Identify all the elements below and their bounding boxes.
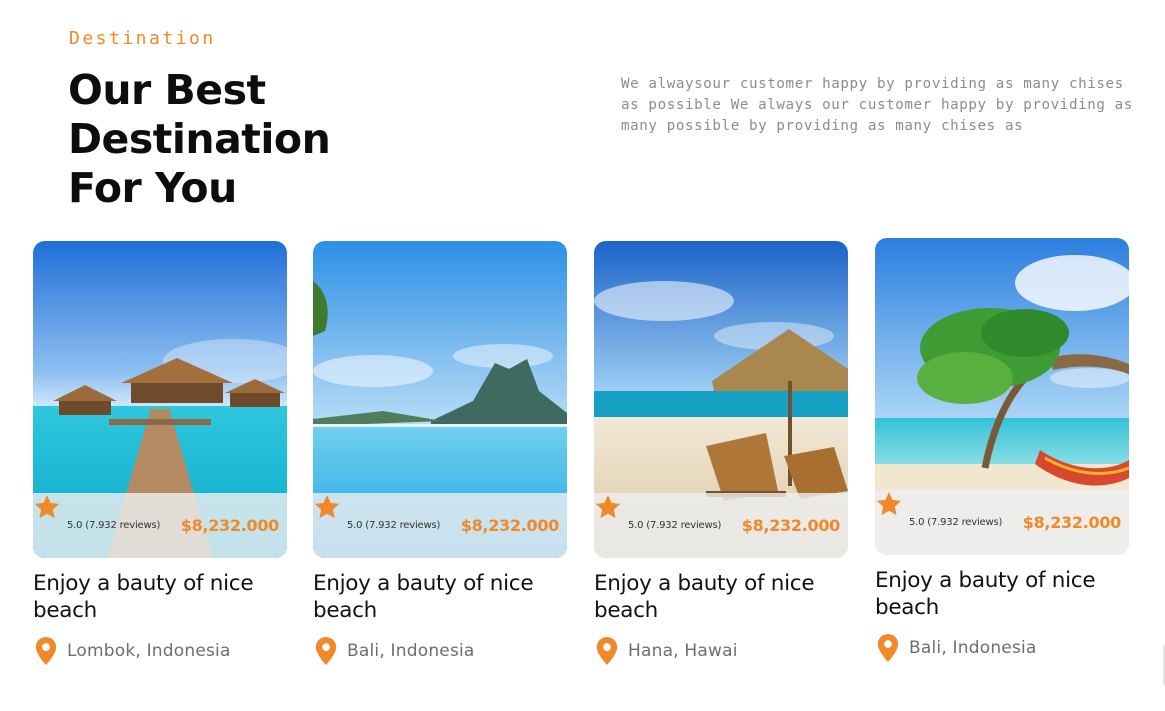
- price-text: $8,232.000: [180, 516, 280, 535]
- destination-card-bali-2[interactable]: 5.0 (7.932 reviews) $8,232.000 Enjoy a b…: [875, 238, 1129, 663]
- section-title-line-1: Our Best Destination: [68, 66, 331, 163]
- map-pin-icon: [313, 636, 339, 666]
- rating-price-bar: 5.0 (7.932 reviews) $8,232.000: [33, 493, 287, 558]
- map-pin-icon: [33, 636, 59, 666]
- price-text: $8,232.000: [460, 516, 560, 535]
- card-title[interactable]: Enjoy a bauty of nice beach: [313, 570, 567, 624]
- location-text: Bali, Indonesia: [909, 638, 1037, 658]
- price-text: $8,232.000: [1022, 513, 1122, 532]
- section-eyebrow: Destination: [69, 28, 216, 49]
- destination-photo[interactable]: 5.0 (7.932 reviews) $8,232.000: [313, 241, 567, 558]
- destination-card-bali[interactable]: 5.0 (7.932 reviews) $8,232.000 Enjoy a b…: [313, 241, 567, 666]
- star-icon: [314, 495, 343, 540]
- section-description: We alwaysour customer happy by providing…: [621, 76, 1133, 134]
- rating-text: 5.0 (7.932 reviews): [628, 520, 722, 531]
- card-location: Lombok, Indonesia: [33, 636, 287, 666]
- price-text: $8,232.000: [741, 516, 841, 535]
- section-title: Our Best Destination For You: [68, 66, 538, 213]
- location-text: Lombok, Indonesia: [67, 641, 231, 661]
- star-icon: [876, 492, 905, 537]
- rating-price-bar: 5.0 (7.932 reviews) $8,232.000: [875, 490, 1129, 555]
- star-icon: [595, 495, 624, 540]
- rating-text: 5.0 (7.932 reviews): [347, 520, 441, 531]
- destination-photo[interactable]: 5.0 (7.932 reviews) $8,232.000: [33, 241, 287, 558]
- card-title[interactable]: Enjoy a bauty of nice beach: [594, 570, 848, 624]
- map-pin-icon: [594, 636, 620, 666]
- card-title[interactable]: Enjoy a bauty of nice beach: [33, 570, 287, 624]
- card-title[interactable]: Enjoy a bauty of nice beach: [875, 567, 1129, 621]
- location-text: Bali, Indonesia: [347, 641, 475, 661]
- destination-photo[interactable]: 5.0 (7.932 reviews) $8,232.000: [875, 238, 1129, 555]
- destination-photo[interactable]: 5.0 (7.932 reviews) $8,232.000: [594, 241, 848, 558]
- section-title-line-2: For You: [68, 164, 237, 212]
- rating-price-bar: 5.0 (7.932 reviews) $8,232.000: [594, 493, 848, 558]
- rating-price-bar: 5.0 (7.932 reviews) $8,232.000: [313, 493, 567, 558]
- destination-card-hana[interactable]: 5.0 (7.932 reviews) $8,232.000 Enjoy a b…: [594, 241, 848, 666]
- location-text: Hana, Hawai: [628, 641, 738, 661]
- destination-card-lombok[interactable]: 5.0 (7.932 reviews) $8,232.000 Enjoy a b…: [33, 241, 287, 666]
- star-icon: [34, 495, 63, 540]
- map-pin-icon: [875, 633, 901, 663]
- card-location: Hana, Hawai: [594, 636, 848, 666]
- rating-text: 5.0 (7.932 reviews): [909, 517, 1003, 528]
- card-location: Bali, Indonesia: [313, 636, 567, 666]
- card-location: Bali, Indonesia: [875, 633, 1129, 663]
- rating-text: 5.0 (7.932 reviews): [67, 520, 161, 531]
